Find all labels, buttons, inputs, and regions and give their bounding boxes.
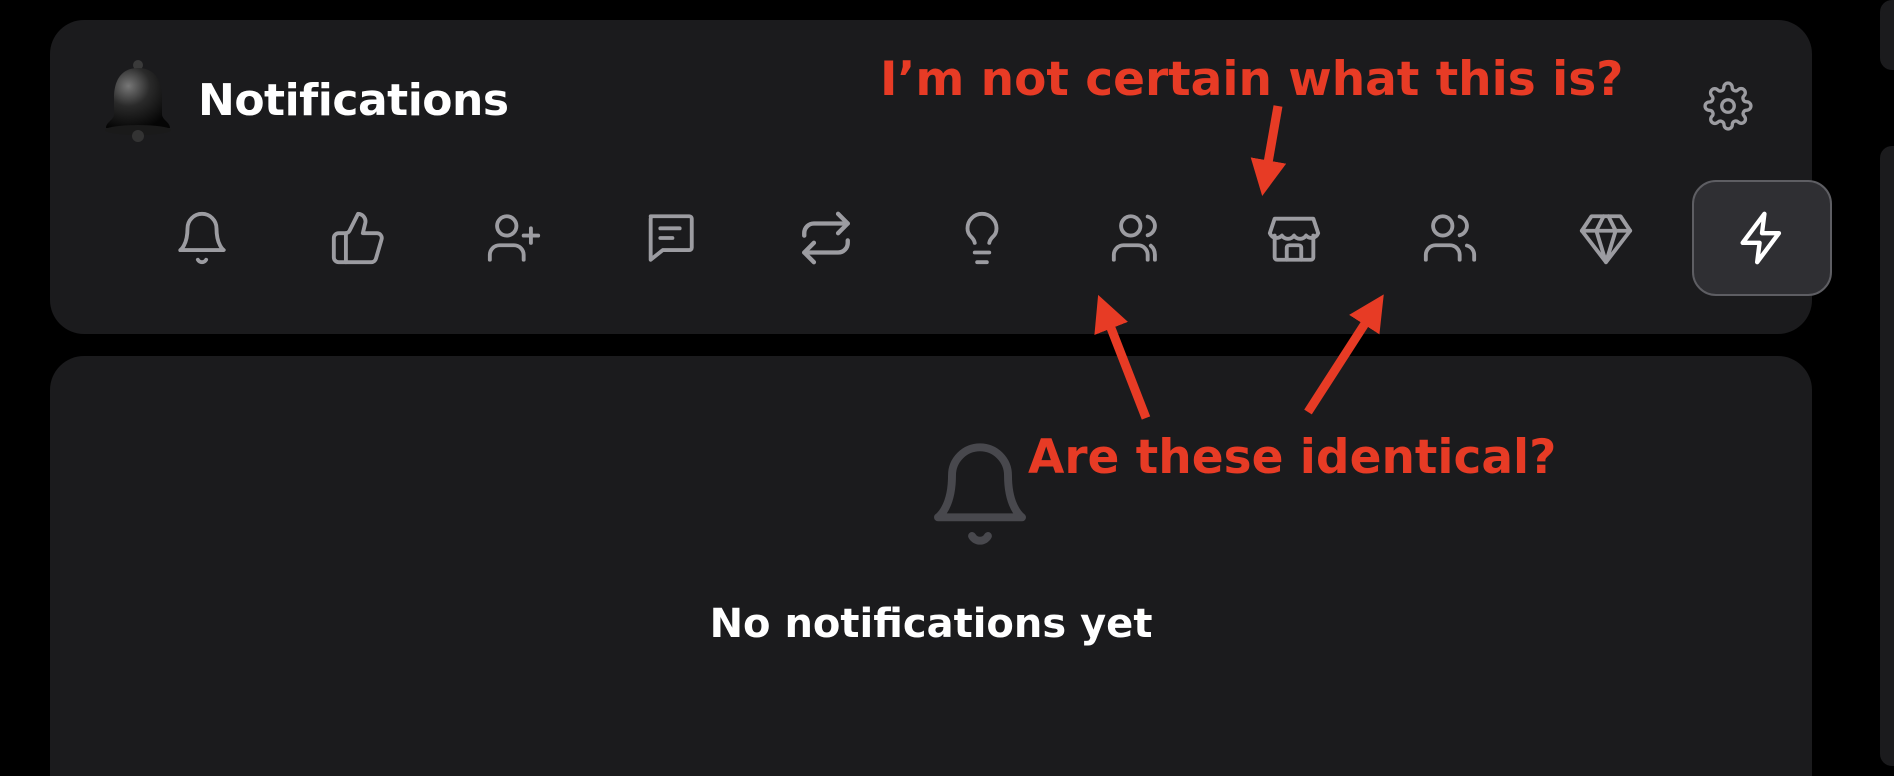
tab-store[interactable] xyxy=(1224,180,1364,296)
lightning-icon xyxy=(1740,211,1782,265)
tab-follows[interactable] xyxy=(444,180,584,296)
page-title: Notifications xyxy=(198,74,509,126)
bell-icon xyxy=(105,60,171,142)
annotation-label: Are these identical? xyxy=(1028,430,1557,485)
empty-state-message: No notifications yet xyxy=(709,601,1153,647)
gem-icon xyxy=(1579,214,1633,265)
gear-icon xyxy=(1703,81,1753,131)
store-icon xyxy=(1267,216,1321,262)
right-panel-edge xyxy=(1880,0,1894,70)
thumbs-up-icon xyxy=(331,211,384,265)
tab-comments[interactable] xyxy=(600,180,740,296)
user-plus-icon xyxy=(487,214,541,262)
empty-state-panel: No notifications yet xyxy=(50,356,1812,776)
users-icon xyxy=(1111,214,1157,262)
right-panel-edge xyxy=(1880,146,1894,766)
notification-filter-tabs xyxy=(98,180,1834,320)
repost-icon xyxy=(802,211,850,265)
tab-tips[interactable] xyxy=(912,180,1052,296)
bell-icon xyxy=(178,211,226,265)
annotation-label: I’m not certain what this is? xyxy=(880,52,1624,107)
tab-reposts[interactable] xyxy=(756,180,896,296)
bell-icon xyxy=(934,443,1026,545)
settings-button[interactable] xyxy=(1690,68,1766,144)
tab-premium[interactable] xyxy=(1536,180,1676,296)
tab-all[interactable] xyxy=(132,180,272,296)
users-icon xyxy=(1423,214,1477,262)
tab-likes[interactable] xyxy=(288,180,428,296)
tab-groups[interactable] xyxy=(1380,180,1520,296)
tab-community[interactable] xyxy=(1068,180,1208,296)
lightbulb-icon xyxy=(965,211,999,265)
title-row: Notifications xyxy=(98,54,509,146)
tab-activity[interactable] xyxy=(1692,180,1832,296)
message-icon xyxy=(648,214,694,262)
